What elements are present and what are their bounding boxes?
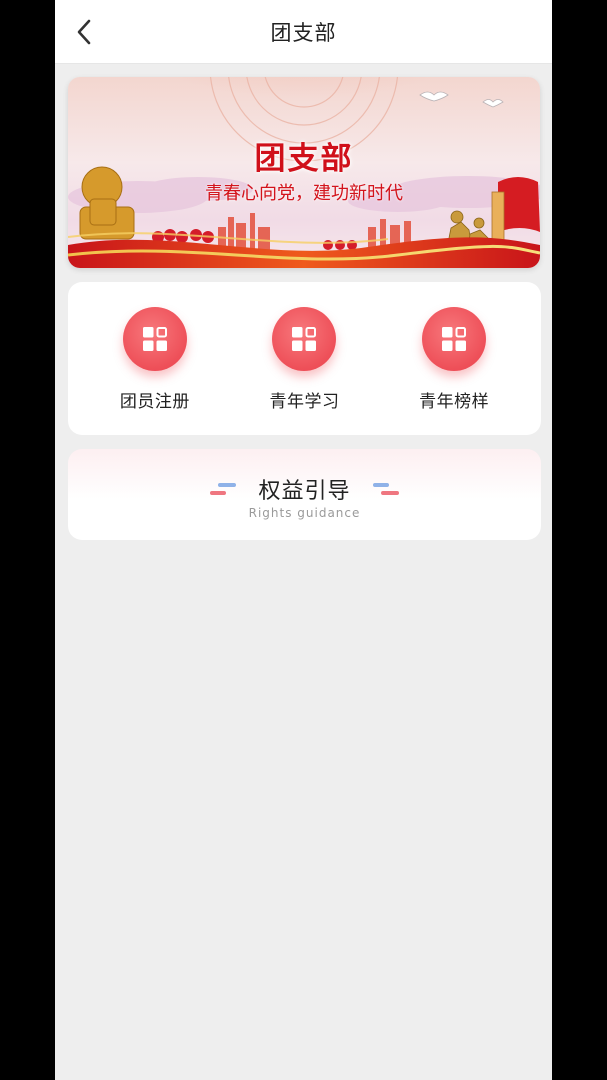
menu-item-youth-models[interactable]: 青年榜样 (389, 307, 519, 412)
back-button[interactable] (69, 16, 99, 48)
banner-title: 团支部 (254, 141, 354, 177)
menu-item-label: 团员注册 (119, 392, 190, 412)
banner-subtitle: 青春心向党，建功新时代 (205, 183, 403, 204)
right-dash-decoration (372, 483, 399, 495)
grid-icon (422, 307, 487, 371)
section-header: 权益引导 (68, 473, 541, 505)
menu-item-member-register[interactable]: 团员注册 (90, 307, 220, 412)
phone-screen: 团支部 团支部 青春心向党，建功新时代 团员注册 青年学习 青年榜样 权益引导 … (55, 0, 552, 1080)
section-subtitle: Rights guidance (248, 506, 361, 520)
menu-item-youth-study[interactable]: 青年学习 (239, 307, 369, 412)
feature-menu: 团员注册 青年学习 青年榜样 (68, 282, 541, 435)
left-dash-decoration (210, 483, 237, 495)
menu-item-label: 青年学习 (269, 392, 340, 412)
page-title: 团支部 (270, 20, 337, 45)
rights-guidance-section[interactable]: 权益引导 Rights guidance (68, 449, 541, 540)
menu-item-label: 青年榜样 (419, 392, 490, 412)
top-navbar: 团支部 (55, 0, 552, 64)
grid-icon (122, 307, 187, 371)
chevron-left-icon (77, 19, 91, 45)
grid-icon (272, 307, 337, 371)
hero-banner: 团支部 青春心向党，建功新时代 (68, 77, 540, 268)
section-title: 权益引导 (258, 479, 351, 504)
